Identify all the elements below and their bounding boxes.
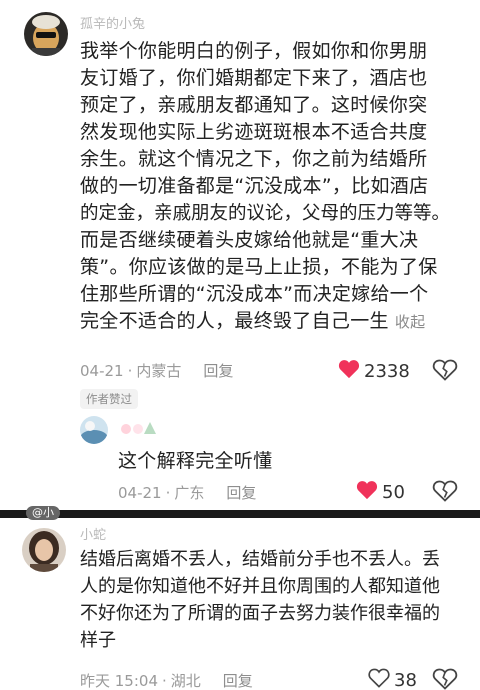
comment-date: 04-21 xyxy=(118,483,162,502)
like-button[interactable]: 2338 xyxy=(338,359,410,383)
like-count: 2338 xyxy=(364,360,410,382)
text-line: 住那些所谓的“沉没成本”而决定嫁给一个 xyxy=(80,283,429,305)
text-line: 策”。你应该做的是马上止损，不能为了保 xyxy=(80,256,438,278)
heart-outline-icon xyxy=(368,668,390,690)
avatar[interactable] xyxy=(24,12,68,56)
comment-1: 孤辛的小兔 我举个你能明白的例子，假如你和你男朋 友订婚了，你们婚期都定下来了，… xyxy=(0,0,480,409)
reply-button[interactable]: 回复 xyxy=(226,482,256,503)
text-line: 友订婚了，你们婚期都定下来了，酒店也 xyxy=(80,67,428,89)
comment-date: 昨天 15:04 xyxy=(80,672,158,690)
comment-2: 小蛇 结婚后离婚不丢人，结婚前分手也不丢人。丢 人的是你知道他不好并且你周围的人… xyxy=(0,518,480,690)
separator: · xyxy=(127,361,133,380)
text-line: 预定了，亲戚朋友都通知了。这时候你突 xyxy=(80,94,428,116)
comment-location: 广东 xyxy=(174,484,205,502)
comment-meta: 04-21 · 广东 回复 xyxy=(118,482,256,503)
comment-location: 内蒙古 xyxy=(136,362,182,380)
heart-filled-icon xyxy=(338,359,360,383)
reply-comment: 这个解释完全听懂 04-21 · 广东 回复 50 xyxy=(0,410,480,510)
collapse-link[interactable]: 收起 xyxy=(395,313,426,331)
comment-location: 湖北 xyxy=(170,672,201,690)
reply-text: 这个解释完全听懂 xyxy=(118,450,273,472)
text-line: 我举个你能明白的例子，假如你和你男朋 xyxy=(80,40,428,62)
author-liked-badge: 作者赞过 xyxy=(80,389,138,409)
username[interactable]: 孤辛的小兔 xyxy=(80,13,145,32)
text-line: 然发现他实际上劣迹斑斑根本不适合共度 xyxy=(80,121,428,143)
reply-button[interactable]: 回复 xyxy=(203,360,233,381)
dislike-heart-icon[interactable] xyxy=(432,480,458,506)
dislike-heart-icon[interactable] xyxy=(432,359,458,385)
like-button[interactable]: 50 xyxy=(356,480,405,504)
text-line: 做的一切准备都是“沉没成本”，比如酒店 xyxy=(80,175,429,197)
separator: · xyxy=(165,483,171,502)
comment-text: 我举个你能明白的例子，假如你和你男朋 友订婚了，你们婚期都定下来了，酒店也 预定… xyxy=(80,38,475,336)
screenshot-divider xyxy=(0,510,480,518)
text-line: 的定金，亲戚朋友的议论，父母的压力等等。 xyxy=(80,203,451,224)
text-line-last: 完全不适合的人，最终毁了自己一生 收起 xyxy=(80,308,475,336)
separator: · xyxy=(162,671,167,690)
text-line: 完全不适合的人，最终毁了自己一生 xyxy=(80,310,389,332)
avatar[interactable] xyxy=(22,528,66,572)
like-count: 38 xyxy=(394,669,417,690)
text-line: 不好你还为了所谓的面子去努力装作很幸福的 xyxy=(80,603,440,624)
comment-date: 04-21 xyxy=(80,361,124,380)
text-line: 结婚后离婚不丢人，结婚前分手也不丢人。丢 xyxy=(80,549,440,570)
text-line: 人的是你知道他不好并且你周围的人都知道他 xyxy=(80,576,440,597)
text-line: 样子 xyxy=(80,630,116,651)
comment-meta: 04-21 · 内蒙古 回复 xyxy=(80,360,233,381)
heart-filled-icon xyxy=(356,480,378,504)
text-line: 而是否继续硬着头皮嫁给他就是“重大决 xyxy=(80,229,419,251)
text-line: 余生。就这个情况之下，你之前为结婚所 xyxy=(80,148,428,170)
like-count: 50 xyxy=(382,481,405,503)
blurred-username[interactable] xyxy=(118,420,162,438)
username[interactable]: 小蛇 xyxy=(80,524,106,543)
comment-meta: 昨天 15:04 · 湖北 回复 xyxy=(80,670,253,690)
comment-text: 结婚后离婚不丢人，结婚前分手也不丢人。丢 人的是你知道他不好并且你周围的人都知道… xyxy=(80,546,475,654)
like-button[interactable]: 38 xyxy=(368,668,417,690)
avatar[interactable] xyxy=(80,416,108,444)
reply-button[interactable]: 回复 xyxy=(223,670,253,690)
dislike-heart-icon[interactable] xyxy=(432,668,458,690)
